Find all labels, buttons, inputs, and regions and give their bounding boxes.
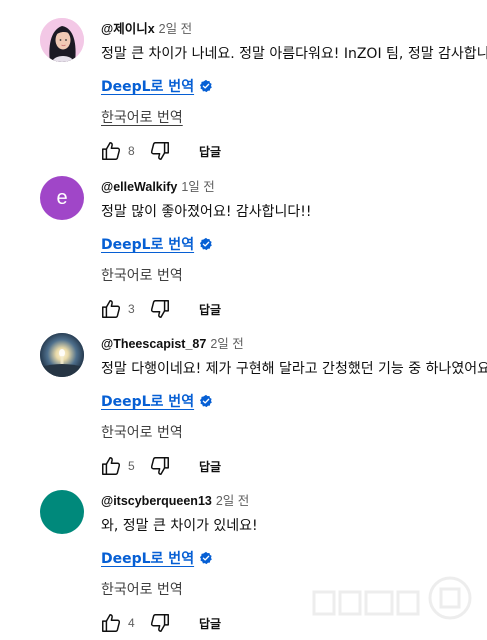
deepl-translate-label[interactable]: DeepL로 번역 bbox=[101, 391, 194, 411]
comment-text: 정말 다행이네요! 제가 구현해 달라고 간청했던 기능 중 하나였어요 bbox=[101, 361, 487, 377]
comment-item: e @elleWalkify 1일 전 정말 많이 좋아졌어요! 감사합니다!! … bbox=[0, 176, 487, 326]
comment-item: @제이니x 2일 전 정말 큰 차이가 나네요. 정말 아름다워요! InZOI … bbox=[0, 18, 487, 168]
comment-text: 와, 정말 큰 차이가 있네요! bbox=[101, 518, 258, 534]
comment-time[interactable]: 2일 전 bbox=[216, 494, 249, 508]
reply-button[interactable]: 답글 bbox=[199, 301, 221, 318]
reply-button[interactable]: 답글 bbox=[199, 143, 221, 160]
like-button[interactable] bbox=[99, 139, 123, 163]
thumb-down-icon bbox=[150, 300, 169, 318]
comment-header: @제이니x 2일 전 bbox=[101, 18, 192, 37]
like-count: 4 bbox=[128, 616, 135, 630]
deepl-translate-link[interactable]: DeepL로 번역 bbox=[101, 548, 213, 568]
comment-actions: 8 답글 bbox=[99, 139, 221, 163]
translate-to-korean-link[interactable]: 한국어로 번역 bbox=[101, 579, 183, 599]
translate-to-korean-link[interactable]: 한국어로 번역 bbox=[101, 422, 183, 442]
like-button[interactable] bbox=[99, 297, 123, 321]
deepl-translate-link[interactable]: DeepL로 번역 bbox=[101, 391, 213, 411]
reply-button[interactable]: 답글 bbox=[199, 458, 221, 475]
comment-header: @elleWalkify 1일 전 bbox=[101, 176, 215, 195]
avatar[interactable] bbox=[40, 333, 84, 377]
comment-actions: 5 답글 bbox=[99, 454, 221, 478]
comment-actions: 4 답글 bbox=[99, 611, 221, 635]
deepl-translate-link[interactable]: DeepL로 번역 bbox=[101, 234, 213, 254]
like-button[interactable] bbox=[99, 611, 123, 635]
thumb-up-icon bbox=[102, 614, 121, 632]
like-button[interactable] bbox=[99, 454, 123, 478]
watermark-logo bbox=[310, 572, 475, 624]
deepl-translate-link[interactable]: DeepL로 번역 bbox=[101, 76, 213, 96]
avatar[interactable] bbox=[40, 490, 84, 534]
comment-item: @Theescapist_87 2일 전 정말 다행이네요! 제가 구현해 달라고… bbox=[0, 333, 487, 483]
deepl-translate-label[interactable]: DeepL로 번역 bbox=[101, 234, 194, 254]
dislike-button[interactable] bbox=[148, 454, 172, 478]
avatar[interactable] bbox=[40, 18, 84, 62]
thumb-up-icon bbox=[102, 300, 121, 318]
thumb-down-icon bbox=[150, 142, 169, 160]
deepl-translate-label[interactable]: DeepL로 번역 bbox=[101, 548, 194, 568]
thumb-down-icon bbox=[150, 614, 169, 632]
verified-check-icon bbox=[200, 551, 212, 565]
avatar-letter: e bbox=[56, 186, 68, 209]
comment-author[interactable]: @elleWalkify bbox=[101, 180, 177, 194]
dislike-button[interactable] bbox=[148, 297, 172, 321]
deepl-translate-label[interactable]: DeepL로 번역 bbox=[101, 76, 194, 96]
avatar[interactable]: e bbox=[40, 176, 84, 220]
like-count: 5 bbox=[128, 459, 135, 473]
comment-time[interactable]: 2일 전 bbox=[210, 337, 243, 351]
reply-button[interactable]: 답글 bbox=[199, 615, 221, 632]
dislike-button[interactable] bbox=[148, 611, 172, 635]
like-count: 8 bbox=[128, 144, 135, 158]
verified-check-icon bbox=[200, 394, 212, 408]
dislike-button[interactable] bbox=[148, 139, 172, 163]
verified-check-icon bbox=[200, 237, 212, 251]
comment-author[interactable]: @itscyberqueen13 bbox=[101, 494, 212, 508]
translate-to-korean-link[interactable]: 한국어로 번역 bbox=[101, 107, 183, 127]
thumb-up-icon bbox=[102, 457, 121, 475]
like-count: 3 bbox=[128, 302, 135, 316]
translate-to-korean-link[interactable]: 한국어로 번역 bbox=[101, 265, 183, 285]
comment-author[interactable]: @제이니x bbox=[101, 22, 155, 36]
thumb-up-icon bbox=[102, 142, 121, 160]
verified-check-icon bbox=[200, 79, 212, 93]
comment-header: @Theescapist_87 2일 전 bbox=[101, 333, 244, 352]
comment-header: @itscyberqueen13 2일 전 bbox=[101, 490, 249, 509]
comment-time[interactable]: 2일 전 bbox=[159, 22, 192, 36]
comment-time[interactable]: 1일 전 bbox=[181, 180, 214, 194]
comment-author[interactable]: @Theescapist_87 bbox=[101, 337, 206, 351]
comment-actions: 3 답글 bbox=[99, 297, 221, 321]
comment-text: 정말 많이 좋아졌어요! 감사합니다!! bbox=[101, 204, 312, 220]
comment-text: 정말 큰 차이가 나네요. 정말 아름다워요! InZOI 팀, 정말 감사합니… bbox=[101, 46, 487, 62]
thumb-down-icon bbox=[150, 457, 169, 475]
